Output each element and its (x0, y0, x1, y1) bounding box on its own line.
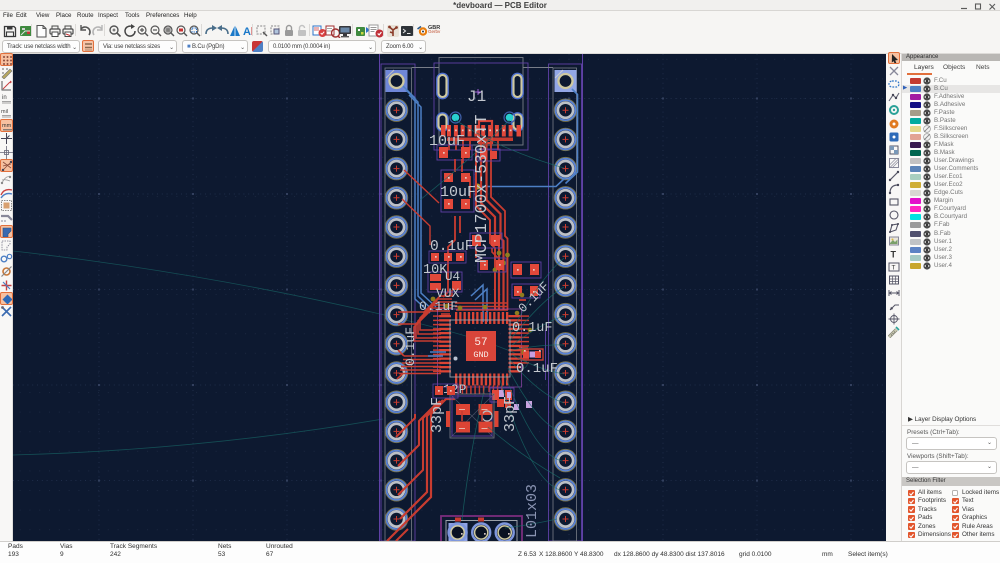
svg-text:33pF: 33pF (502, 396, 519, 432)
svg-text:L01x03: L01x03 (524, 484, 541, 538)
svg-text:GND: GND (473, 350, 488, 360)
svg-text:J1: J1 (467, 88, 486, 106)
svg-text:T: T (891, 250, 897, 260)
svg-text:T: T (892, 265, 896, 272)
svg-text:mm: mm (2, 123, 12, 129)
svg-text:U4: U4 (445, 270, 460, 284)
svg-text:0.1uF: 0.1uF (512, 321, 553, 336)
svg-text:0.1uF: 0.1uF (403, 327, 418, 366)
svg-text:33pF: 33pF (429, 397, 446, 433)
svg-text:0.1uF: 0.1uF (419, 299, 458, 314)
svg-text:0.1uF: 0.1uF (516, 361, 558, 377)
svg-text:57: 57 (474, 337, 487, 349)
svg-text:10uF: 10uF (440, 184, 476, 201)
svg-text:A: A (243, 26, 251, 38)
svg-text:mil: mil (1, 109, 8, 115)
svg-text:in: in (2, 95, 7, 101)
svg-text:0.1uF: 0.1uF (430, 239, 474, 255)
svg-text:10uF: 10uF (429, 133, 465, 150)
svg-text:VUX: VUX (436, 286, 460, 301)
